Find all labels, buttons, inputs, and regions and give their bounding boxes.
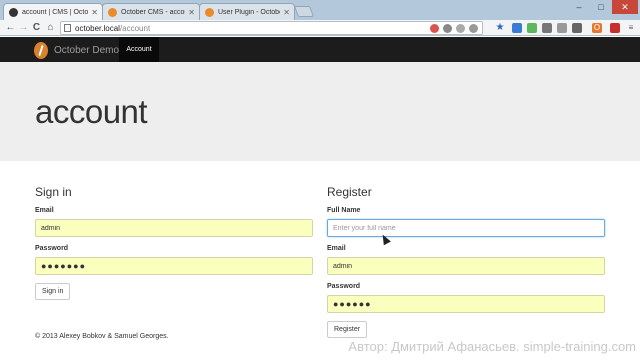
extension-icon[interactable] (557, 23, 567, 33)
maximize-button[interactable]: □ (590, 0, 612, 14)
register-email-input[interactable] (327, 257, 605, 275)
window-controls: – □ ✕ (568, 0, 638, 14)
register-password-input[interactable] (327, 295, 605, 313)
address-bar[interactable]: october.local/account (60, 21, 483, 35)
tab-title: User Plugin - October CM (218, 8, 280, 16)
tab-title: account | CMS | October (22, 8, 89, 16)
sign-in-heading: Sign in (35, 185, 72, 199)
extension-icon[interactable] (512, 23, 522, 33)
close-window-button[interactable]: ✕ (612, 0, 638, 14)
tab-title: October CMS - account (121, 8, 185, 16)
browser-tab-account-cms[interactable]: account | CMS | October ✕ (3, 3, 103, 20)
forward-icon[interactable]: → (17, 22, 30, 34)
password-label: Password (327, 283, 361, 290)
github-icon (9, 7, 18, 17)
address-host: october.local (75, 23, 120, 33)
address-path: /account (119, 23, 151, 33)
email-label: Email (327, 245, 346, 252)
tab-close-icon[interactable]: ✕ (91, 8, 98, 17)
back-icon[interactable]: ← (4, 22, 17, 34)
browser-tab-strip: account | CMS | October ✕ October CMS - … (0, 0, 640, 20)
full-name-input[interactable] (327, 219, 605, 237)
extension-icon[interactable] (443, 24, 452, 33)
extension-icon[interactable] (456, 24, 465, 33)
home-icon[interactable]: ⌂ (44, 22, 57, 34)
site-navbar: October Demo Account (0, 37, 640, 62)
register-form: Register Full Name Email Password Regist… (327, 185, 605, 338)
brand-link[interactable]: October Demo (34, 41, 119, 59)
reload-icon[interactable]: C (30, 22, 43, 34)
sign-in-form: Sign in Email Password Sign in (35, 185, 313, 300)
october-icon (205, 7, 214, 17)
october-logo-icon (34, 41, 48, 59)
register-button[interactable]: Register (327, 321, 368, 338)
password-label: Password (35, 245, 69, 252)
extension-icon[interactable] (469, 24, 478, 33)
menu-icon[interactable]: ≡ (626, 23, 636, 33)
extension-icon[interactable] (527, 23, 537, 33)
page-viewport: October Demo Account account Sign in Ema… (0, 37, 640, 360)
october-icon (108, 7, 117, 17)
nav-item-account[interactable]: Account (119, 37, 159, 62)
minimize-button[interactable]: – (568, 0, 590, 14)
extension-icon[interactable] (430, 24, 439, 33)
video-watermark: Автор: Дмитрий Афанасьев. simple-trainin… (348, 339, 636, 354)
tab-close-icon[interactable]: ✕ (188, 8, 195, 17)
page-icon (64, 24, 71, 32)
brand-name: October Demo (54, 44, 120, 56)
browser-toolbar: ← → C ⌂ october.local/account ★ O ≡ (0, 20, 640, 36)
bookmark-star-icon[interactable]: ★ (495, 23, 505, 33)
extension-icon[interactable] (610, 23, 620, 33)
sign-in-button[interactable]: Sign in (35, 283, 71, 300)
extension-icon[interactable] (572, 23, 582, 33)
footer-copyright: © 2013 Alexey Bobkov & Samuel Georges. (35, 333, 169, 340)
signin-password-input[interactable] (35, 257, 313, 275)
new-tab-button[interactable] (293, 6, 315, 17)
signin-email-input[interactable] (35, 219, 313, 237)
full-name-label: Full Name (327, 207, 361, 214)
browser-tab-user-plugin[interactable]: User Plugin - October CM ✕ (199, 3, 295, 20)
omnibox-icons (430, 24, 478, 33)
page-title: account (35, 93, 148, 130)
tab-close-icon[interactable]: ✕ (283, 8, 290, 17)
email-label: Email (35, 207, 54, 214)
extension-icon[interactable]: O (592, 23, 602, 33)
jumbotron: account (0, 62, 640, 161)
browser-tab-october-account[interactable]: October CMS - account ✕ (102, 3, 200, 20)
extension-icon[interactable] (542, 23, 552, 33)
register-heading: Register (327, 185, 372, 199)
